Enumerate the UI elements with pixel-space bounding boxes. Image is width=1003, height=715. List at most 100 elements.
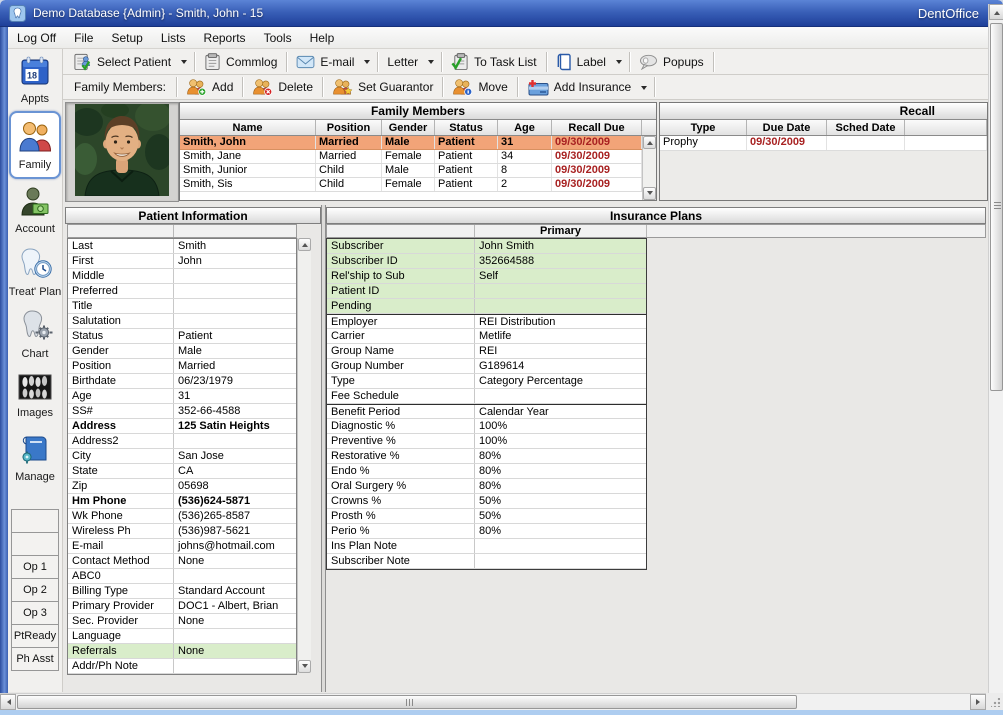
patient-info-row[interactable]: Primary ProviderDOC1 - Albert, Brian — [68, 599, 296, 614]
family-table-scrollbar[interactable] — [642, 136, 656, 200]
commlog-button[interactable]: Commlog — [198, 51, 283, 72]
patient-info-row[interactable]: LastSmith — [68, 239, 296, 254]
patient-info-row[interactable]: Addr/Ph Note — [68, 659, 296, 674]
patient-info-row[interactable]: FirstJohn — [68, 254, 296, 269]
patient-info-row[interactable]: Wk Phone(536)265-8587 — [68, 509, 296, 524]
patient-info-row[interactable]: Salutation — [68, 314, 296, 329]
insurance-row[interactable]: Oral Surgery %80% — [327, 479, 646, 494]
insurance-row[interactable]: Ins Plan Note — [327, 539, 646, 554]
sidebar-item-treat-plan[interactable]: Treat' Plan — [8, 241, 62, 303]
sidebar-item-images[interactable]: Images — [8, 365, 62, 427]
menu-item-reports[interactable]: Reports — [195, 27, 255, 48]
patient-info-row[interactable]: Sec. ProviderNone — [68, 614, 296, 629]
scroll-right-button[interactable] — [970, 694, 986, 710]
patient-info-row[interactable]: Address2 — [68, 434, 296, 449]
family-member-row[interactable]: Smith, JaneMarriedFemalePatient3409/30/2… — [180, 150, 656, 164]
email-button[interactable]: E-mail — [290, 51, 360, 72]
menu-item-file[interactable]: File — [65, 27, 102, 48]
sidebar-item-appts[interactable]: 18Appts — [8, 49, 62, 111]
select-patient-button[interactable]: Select Patient — [67, 51, 177, 72]
op-button-ptready[interactable]: PtReady — [11, 624, 59, 648]
patient-info-row[interactable]: Middle — [68, 269, 296, 284]
op-button-ph-asst[interactable]: Ph Asst — [11, 647, 59, 671]
add-insurance-button[interactable]: Add Insurance — [521, 77, 637, 98]
patient-info-row[interactable]: Zip05698 — [68, 479, 296, 494]
menu-item-setup[interactable]: Setup — [102, 27, 151, 48]
patient-info-scrollbar[interactable] — [297, 238, 311, 673]
resize-grip[interactable] — [986, 693, 1003, 710]
insurance-row[interactable]: Pending — [327, 299, 646, 314]
patient-info-row[interactable]: CitySan Jose — [68, 449, 296, 464]
patient-info-row[interactable]: Address125 Satin Heights — [68, 419, 296, 434]
insurance-row[interactable]: EmployerREI Distribution — [327, 314, 646, 329]
insurance-row[interactable]: Patient ID — [327, 284, 646, 299]
patient-info-row[interactable]: Birthdate06/23/1979 — [68, 374, 296, 389]
patient-info-row[interactable]: Age31 — [68, 389, 296, 404]
patient-info-row[interactable]: ReferralsNone — [68, 644, 296, 659]
letter-button[interactable]: Letter — [381, 51, 424, 72]
patient-info-row[interactable]: Contact MethodNone — [68, 554, 296, 569]
insurance-row[interactable]: Prosth %50% — [327, 509, 646, 524]
op-button-blank-0[interactable] — [11, 509, 59, 533]
menu-item-lists[interactable]: Lists — [152, 27, 195, 48]
insurance-row[interactable]: CarrierMetlife — [327, 329, 646, 344]
label-dropdown-button[interactable] — [612, 51, 626, 72]
insurance-row[interactable]: Diagnostic %100% — [327, 419, 646, 434]
scroll-left-button[interactable] — [0, 694, 16, 710]
patient-info-row[interactable]: Language — [68, 629, 296, 644]
scroll-up-button[interactable] — [298, 238, 311, 251]
add-insurance-dropdown-button[interactable] — [637, 77, 651, 98]
vertical-scrollbar[interactable] — [988, 4, 1003, 710]
insurance-row[interactable]: Group NumberG189614 — [327, 359, 646, 374]
vertical-scrollbar-thumb[interactable] — [990, 23, 1003, 391]
insurance-row[interactable]: TypeCategory Percentage — [327, 374, 646, 389]
email-dropdown-button[interactable] — [360, 51, 374, 72]
sidebar-item-manage[interactable]: Manage — [8, 427, 62, 489]
insurance-row[interactable]: Rel'ship to SubSelf — [327, 269, 646, 284]
patient-info-row[interactable]: StatusPatient — [68, 329, 296, 344]
insurance-row[interactable]: Fee Schedule — [327, 389, 646, 404]
patient-info-row[interactable]: Preferred — [68, 284, 296, 299]
set-guarantor-button[interactable]: Set Guarantor — [326, 77, 439, 98]
insurance-row[interactable]: Group NameREI — [327, 344, 646, 359]
patient-info-row[interactable]: Wireless Ph(536)987-5621 — [68, 524, 296, 539]
menu-item-tools[interactable]: Tools — [255, 27, 301, 48]
op-button-op-3[interactable]: Op 3 — [11, 601, 59, 625]
insurance-row[interactable]: Benefit PeriodCalendar Year — [327, 404, 646, 419]
label-button[interactable]: Label — [550, 51, 612, 72]
patient-info-row[interactable]: PositionMarried — [68, 359, 296, 374]
add-button[interactable]: Add — [180, 77, 239, 98]
horizontal-scrollbar[interactable] — [0, 693, 986, 710]
menu-item-help[interactable]: Help — [301, 27, 344, 48]
insurance-row[interactable]: Crowns %50% — [327, 494, 646, 509]
patient-info-row[interactable]: GenderMale — [68, 344, 296, 359]
patient-info-row[interactable]: E-mailjohns@hotmail.com — [68, 539, 296, 554]
insurance-row[interactable]: Perio %80% — [327, 524, 646, 539]
patient-info-row[interactable]: Hm Phone(536)624-5871 — [68, 494, 296, 509]
family-member-row[interactable]: Smith, SisChildFemalePatient209/30/2009 — [180, 178, 656, 192]
insurance-row[interactable]: Subscriber ID352664588 — [327, 254, 646, 269]
menu-item-log-off[interactable]: Log Off — [8, 27, 65, 48]
recall-row[interactable]: Prophy09/30/2009 — [660, 136, 987, 151]
patient-info-row[interactable]: ABC0 — [68, 569, 296, 584]
move-button[interactable]: Move — [446, 77, 513, 98]
scroll-up-button[interactable] — [989, 4, 1003, 20]
patient-info-row[interactable]: StateCA — [68, 464, 296, 479]
insurance-row[interactable]: Preventive %100% — [327, 434, 646, 449]
op-button-blank-1[interactable] — [11, 532, 59, 556]
op-button-op-2[interactable]: Op 2 — [11, 578, 59, 602]
scroll-down-button[interactable] — [643, 187, 656, 200]
title-bar[interactable]: Demo Database {Admin} - Smith, John - 15… — [0, 0, 1003, 27]
patient-info-row[interactable]: SS#352-66-4588 — [68, 404, 296, 419]
scroll-up-button[interactable] — [643, 136, 656, 149]
patient-info-row[interactable]: Title — [68, 299, 296, 314]
letter-dropdown-button[interactable] — [424, 51, 438, 72]
sidebar-item-chart[interactable]: Chart — [8, 303, 62, 365]
family-member-row[interactable]: Smith, JuniorChildMalePatient809/30/2009 — [180, 164, 656, 178]
popups-button[interactable]: Popups — [633, 51, 710, 72]
scroll-down-button[interactable] — [298, 660, 311, 673]
op-button-op-1[interactable]: Op 1 — [11, 555, 59, 579]
insurance-row[interactable]: Restorative %80% — [327, 449, 646, 464]
select-patient-dropdown-button[interactable] — [177, 51, 191, 72]
family-member-row[interactable]: Smith, JohnMarriedMalePatient3109/30/200… — [180, 136, 656, 150]
